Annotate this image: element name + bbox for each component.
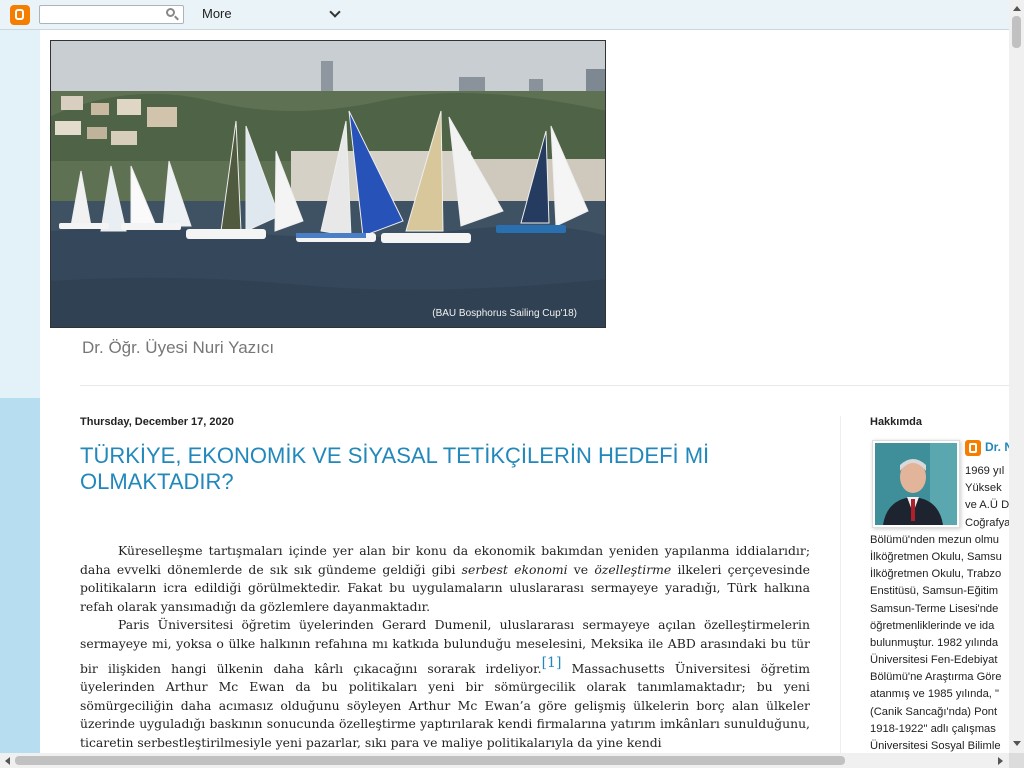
blog-description: Dr. Öğr. Üyesi Nuri Yazıcı xyxy=(82,338,275,357)
vertical-scroll-thumb[interactable] xyxy=(1012,16,1021,48)
about-line: Üniversitesi Fen-Edebiyat xyxy=(870,654,998,667)
about-line: atanmış ve 1985 yılında, " xyxy=(870,688,999,701)
profile-widget-title: Hakkımda xyxy=(870,416,922,428)
more-menu-button[interactable]: More xyxy=(202,6,232,21)
chevron-down-icon[interactable] xyxy=(329,6,341,18)
footnote-link[interactable]: [1] xyxy=(542,655,562,671)
profile-name-link[interactable]: Dr. N xyxy=(985,440,1009,454)
scroll-right-arrow-icon[interactable] xyxy=(998,757,1003,765)
about-line: 1918-1922" adlı çalışmas xyxy=(870,722,996,735)
about-line: İlköğretmen Okulu, Trabzo xyxy=(870,568,1002,581)
blog-content: (BAU Bosphorus Sailing Cup'18) Dr. Öğr. … xyxy=(40,30,1009,753)
about-line: Yüksek xyxy=(965,482,1002,495)
about-line: öğretmenliklerinde ve ida xyxy=(870,619,995,632)
header-divider xyxy=(80,385,1009,386)
about-line: Coğrafya xyxy=(965,516,1009,529)
page-background xyxy=(0,30,40,753)
post-text: ve xyxy=(567,561,595,577)
sidebar-divider xyxy=(840,416,841,753)
about-line: ve A.Ü D xyxy=(965,499,1009,512)
post-emphasis: serbest ekonomi xyxy=(461,561,568,577)
vertical-scrollbar[interactable] xyxy=(1009,0,1024,753)
post-paragraph-1: Küreselleşme tartışmaları içinde yer ala… xyxy=(80,542,810,616)
about-line: Bölümü'nden mezun olmu xyxy=(870,533,1000,546)
about-line: Bölümü'ne Araştırma Göre xyxy=(870,671,1002,684)
post-paragraph-2: Paris Üniversitesi öğretim üyelerinden G… xyxy=(80,616,810,752)
about-line: 1969 yıl xyxy=(965,465,1005,477)
post-date: Thursday, December 17, 2020 xyxy=(80,416,234,428)
post-emphasis: özelleştirme xyxy=(594,561,672,577)
about-line: Samsun-Terme Lisesi'nde xyxy=(870,602,999,615)
scroll-down-arrow-icon[interactable] xyxy=(1013,741,1021,746)
scroll-up-arrow-icon[interactable] xyxy=(1013,6,1021,11)
sailing-photo xyxy=(51,41,605,327)
search-icon[interactable] xyxy=(166,8,175,17)
blogger-logo-icon[interactable] xyxy=(10,5,30,25)
search-input[interactable] xyxy=(39,5,184,24)
post-body: Küreselleşme tartışmaları içinde yer ala… xyxy=(80,542,810,753)
header-image-caption: (BAU Bosphorus Sailing Cup'18) xyxy=(432,308,577,319)
about-line: İlköğretmen Okulu, Samsu xyxy=(870,550,1002,563)
about-line: (Canik Sancağı'nda) Pont xyxy=(870,705,998,718)
scrollbar-corner xyxy=(1009,753,1024,768)
about-line: Üniversitesi Sosyal Bilimle xyxy=(870,740,1001,752)
about-line: bulunmuştur. 1982 yılında xyxy=(870,636,999,649)
horizontal-scrollbar[interactable] xyxy=(0,753,1009,768)
horizontal-scroll-thumb[interactable] xyxy=(15,756,845,765)
profile-about-text: 1969 yıl Yüksek ve A.Ü D Coğrafya Bölümü… xyxy=(870,463,1009,753)
about-line: Enstitüsü, Samsun-Eğitim xyxy=(870,585,999,598)
blogger-profile-icon xyxy=(965,440,981,456)
blogger-navbar: More xyxy=(0,0,1009,30)
header-image[interactable]: (BAU Bosphorus Sailing Cup'18) xyxy=(50,40,606,328)
post-title[interactable]: TÜRKİYE, EKONOMİK VE SİYASAL TETİKÇİLERİ… xyxy=(80,443,780,495)
scroll-left-arrow-icon[interactable] xyxy=(5,757,10,765)
